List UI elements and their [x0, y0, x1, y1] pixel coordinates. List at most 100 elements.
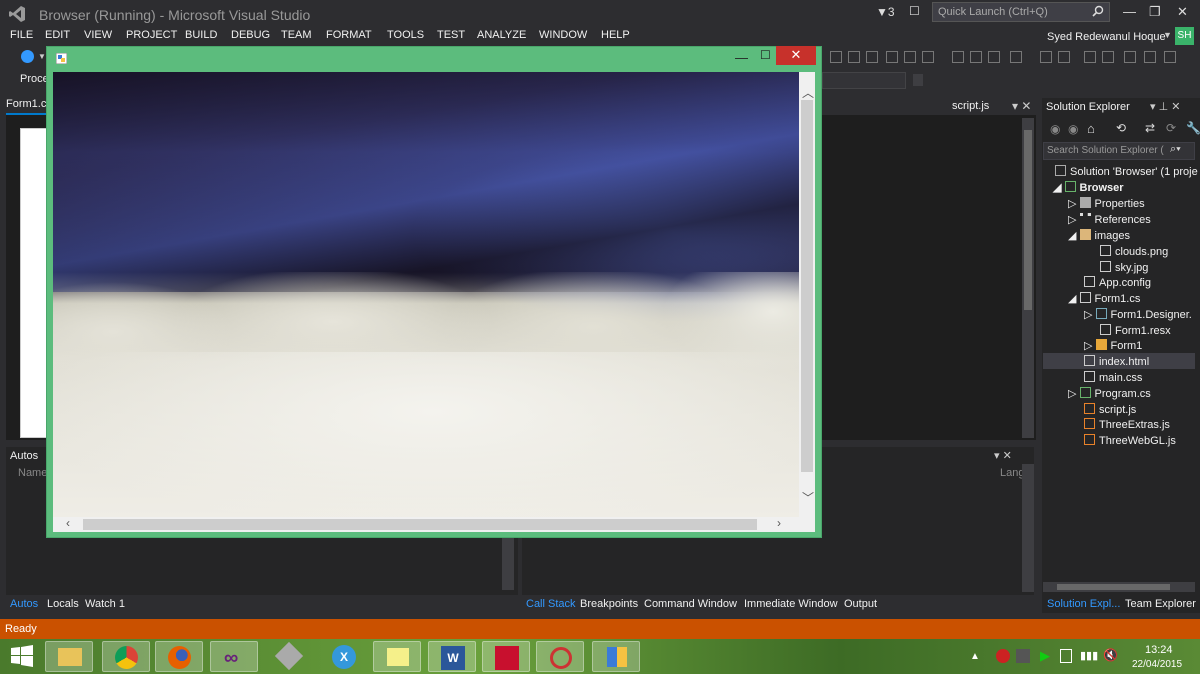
- h-spacing-inc-icon[interactable]: [1058, 51, 1070, 63]
- home-icon[interactable]: ⌂: [1087, 121, 1095, 136]
- avatar[interactable]: SH: [1175, 27, 1194, 45]
- search-icon[interactable]: ⌕▾: [1170, 143, 1181, 156]
- align-left-icon[interactable]: [830, 51, 842, 63]
- clock-date[interactable]: 22/04/2015: [1132, 659, 1182, 670]
- tab-team-explorer[interactable]: Team Explorer: [1125, 598, 1196, 610]
- tray-antivirus-icon[interactable]: [996, 649, 1010, 663]
- tree-form1-designer[interactable]: ▷ Form1.Designer.: [1084, 308, 1192, 321]
- tray-play-icon[interactable]: ▶: [1040, 648, 1050, 664]
- same-width-icon[interactable]: [952, 51, 964, 63]
- tab-immediate-window[interactable]: Immediate Window: [744, 598, 838, 610]
- notifications-flag[interactable]: ▼3: [876, 5, 895, 19]
- scroll-left-icon[interactable]: ‹: [66, 516, 70, 530]
- tree-main-css[interactable]: main.css: [1084, 371, 1142, 384]
- taskbar-snipping-tool-icon[interactable]: [536, 641, 584, 672]
- taskbar-word-icon[interactable]: W: [428, 641, 476, 672]
- menu-edit[interactable]: EDIT: [45, 29, 70, 41]
- menu-view[interactable]: VIEW: [84, 29, 112, 41]
- center-v-icon[interactable]: [1144, 51, 1156, 63]
- tray-app-icon[interactable]: [1016, 649, 1030, 663]
- tree-images-folder[interactable]: ◢ images: [1068, 229, 1130, 242]
- align-center-icon[interactable]: [848, 51, 860, 63]
- menu-team[interactable]: TEAM: [281, 29, 312, 41]
- back-icon[interactable]: [21, 50, 34, 63]
- editor-scroll-thumb[interactable]: [1024, 130, 1032, 310]
- tray-battery-icon[interactable]: [1060, 649, 1072, 663]
- tree-threeextras-js[interactable]: ThreeExtras.js: [1084, 418, 1170, 431]
- tree-form1-resx[interactable]: Form1.resx: [1100, 324, 1171, 337]
- taskbar-xamarin-icon[interactable]: X: [320, 641, 368, 672]
- menu-format[interactable]: FORMAT: [326, 29, 372, 41]
- taskbar-running-app-icon[interactable]: [592, 641, 640, 672]
- tree-clouds-png[interactable]: clouds.png: [1100, 245, 1168, 258]
- menu-file[interactable]: FILE: [10, 29, 33, 41]
- taskbar-acrobat-icon[interactable]: [482, 641, 530, 672]
- thread-dropdown[interactable]: [822, 72, 906, 89]
- tab-solution-explorer[interactable]: Solution Expl...: [1047, 598, 1120, 610]
- tree-references[interactable]: ▷ References: [1068, 213, 1151, 226]
- tree-project-browser[interactable]: ◢ Browser: [1053, 181, 1124, 194]
- sol-forward-icon[interactable]: ◉: [1068, 122, 1078, 136]
- tree-form1-class[interactable]: ▷ Form1: [1084, 339, 1142, 352]
- close-button[interactable]: ✕: [1177, 4, 1188, 20]
- app-maximize-button[interactable]: ☐: [760, 48, 771, 62]
- bring-front-icon[interactable]: [1164, 51, 1176, 63]
- tab-locals[interactable]: Locals: [47, 598, 79, 610]
- v-spacing-icon[interactable]: [1084, 51, 1096, 63]
- menu-test[interactable]: TEST: [437, 29, 465, 41]
- sol-back-icon[interactable]: ◉: [1050, 122, 1060, 136]
- webgl-sky-scene[interactable]: [53, 72, 799, 517]
- app-horizontal-scroll-thumb[interactable]: [83, 519, 757, 530]
- align-bottom-icon[interactable]: [922, 51, 934, 63]
- tray-show-hidden-icon[interactable]: ▲: [970, 651, 980, 662]
- tree-form1-cs[interactable]: ◢ Form1.cs: [1068, 292, 1140, 305]
- menu-build[interactable]: BUILD: [185, 29, 217, 41]
- tray-network-icon[interactable]: ▮▮▮: [1080, 649, 1098, 662]
- back-dropdown-icon[interactable]: ▼: [38, 52, 46, 61]
- taskbar-tools-icon[interactable]: [265, 641, 313, 672]
- tab-output[interactable]: Output: [844, 598, 877, 610]
- menu-debug[interactable]: DEBUG: [231, 29, 270, 41]
- same-height-icon[interactable]: [970, 51, 982, 63]
- taskbar-visual-studio-icon[interactable]: ∞: [210, 641, 258, 672]
- call-stack-scrollbar[interactable]: [1022, 464, 1034, 592]
- menu-window[interactable]: WINDOW: [539, 29, 587, 41]
- properties-icon[interactable]: 🔧: [1186, 121, 1200, 135]
- tab-call-stack[interactable]: Call Stack: [526, 598, 576, 610]
- app-minimize-button[interactable]: —: [735, 50, 748, 65]
- windows-start-icon[interactable]: [10, 645, 34, 667]
- app-vertical-scroll-thumb[interactable]: [801, 100, 813, 472]
- center-h-icon[interactable]: [1124, 51, 1136, 63]
- restore-button[interactable]: ❐: [1149, 4, 1161, 20]
- quick-launch-input[interactable]: Quick Launch (Ctrl+Q): [932, 2, 1110, 22]
- refresh-icon[interactable]: ⇄: [1145, 121, 1155, 135]
- grid-icon[interactable]: [1010, 51, 1022, 63]
- tab-form1-cs[interactable]: Form1.c: [6, 98, 46, 110]
- tree-threewebgl-js[interactable]: ThreeWebGL.js: [1084, 434, 1176, 447]
- tray-volume-icon[interactable]: 🔇: [1103, 648, 1118, 662]
- clock-time[interactable]: 13:24: [1145, 644, 1173, 656]
- tree-program-cs[interactable]: ▷ Program.cs: [1068, 387, 1151, 400]
- lang-column[interactable]: Lang: [1000, 467, 1024, 479]
- align-right-icon[interactable]: [866, 51, 878, 63]
- align-middle-icon[interactable]: [904, 51, 916, 63]
- minimize-button[interactable]: —: [1123, 4, 1136, 19]
- menu-tools[interactable]: TOOLS: [387, 29, 424, 41]
- tab-watch1[interactable]: Watch 1: [85, 598, 125, 610]
- menu-help[interactable]: HELP: [601, 29, 630, 41]
- align-top-icon[interactable]: [886, 51, 898, 63]
- menu-project[interactable]: PROJECT: [126, 29, 177, 41]
- panel-pin-icon[interactable]: ▾ ✕: [994, 449, 1012, 462]
- tab-script-js[interactable]: script.js: [952, 100, 989, 112]
- menu-analyze[interactable]: ANALYZE: [477, 29, 526, 41]
- collapse-icon[interactable]: ⟳: [1166, 121, 1176, 135]
- scroll-right-icon[interactable]: ›: [777, 516, 781, 530]
- scroll-down-icon[interactable]: ﹀: [802, 489, 814, 506]
- tab-command-window[interactable]: Command Window: [644, 598, 737, 610]
- same-size-icon[interactable]: [988, 51, 1000, 63]
- tab-close-icon[interactable]: ▾ ✕: [1012, 99, 1031, 113]
- tab-autos[interactable]: Autos: [10, 598, 38, 610]
- taskbar-chrome-icon[interactable]: [102, 641, 150, 672]
- autos-column-name[interactable]: Name: [18, 467, 47, 479]
- taskbar-file-explorer-icon[interactable]: [45, 641, 93, 672]
